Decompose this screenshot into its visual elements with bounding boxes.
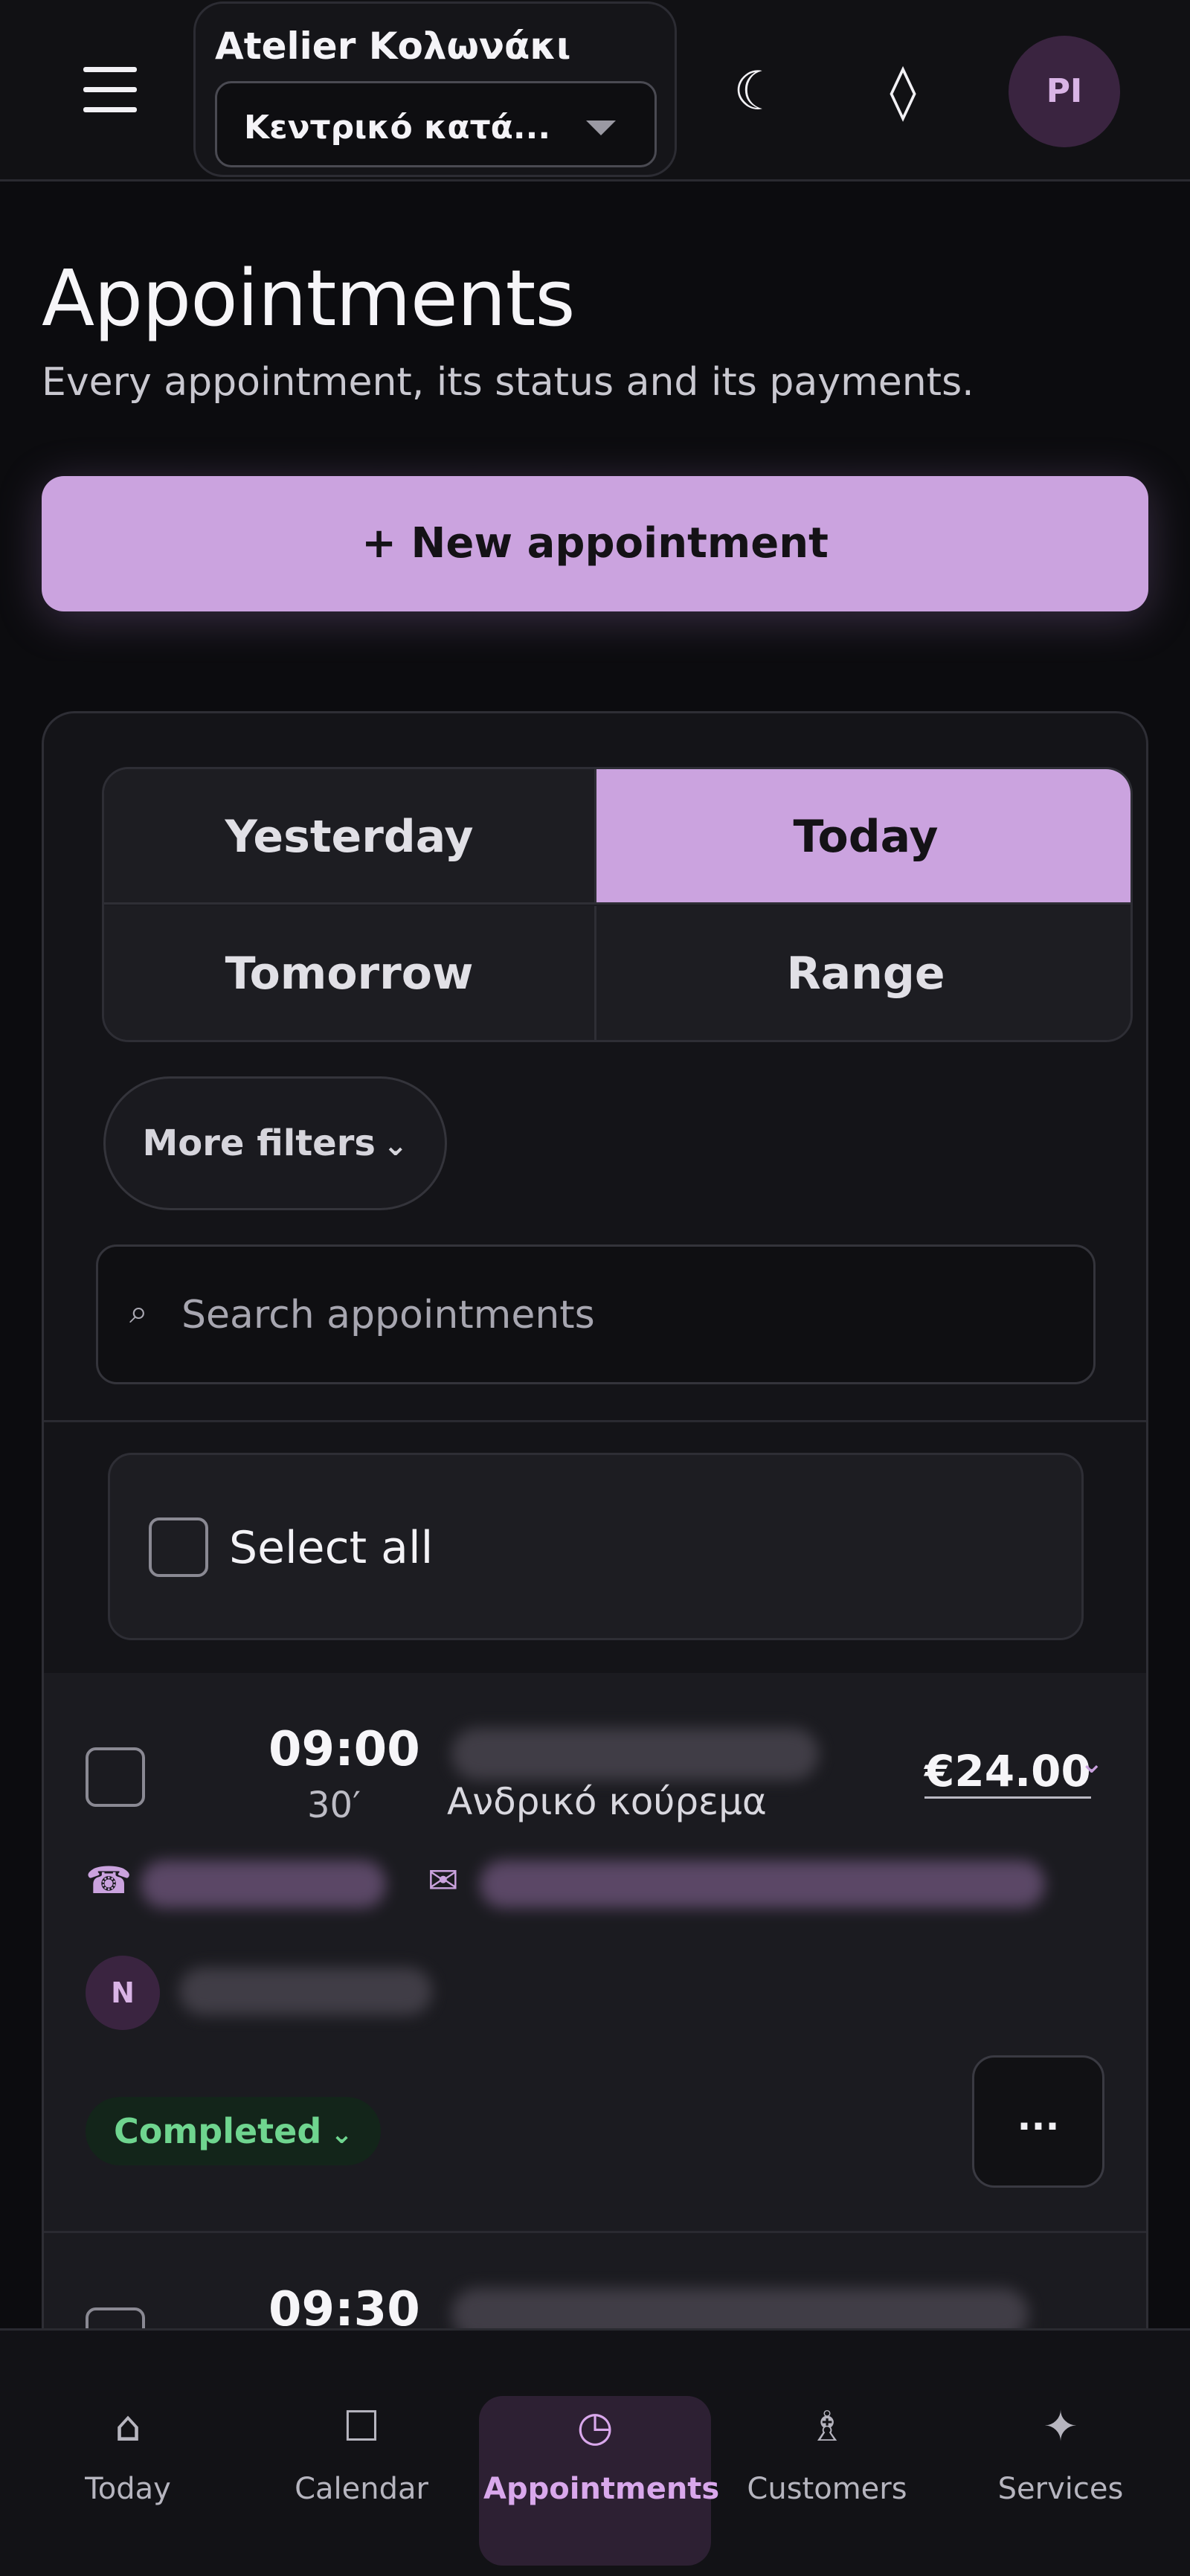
page-title: Appointments [42,253,576,344]
customer-name-redacted [451,1728,819,1780]
avatar[interactable]: PI [1009,36,1120,147]
top-bar: Atelier Κολωνάκι Κεντρικό κατά... ☾ ◊ PI [0,0,1190,182]
phone-icon: ☎ [86,1859,132,1902]
page-subtitle: Every appointment, its status and its pa… [42,360,974,405]
more-filters-label: More filters [142,1122,376,1164]
segment-tomorrow[interactable]: Tomorrow [104,906,596,1040]
customer-phone-redacted [141,1860,386,1908]
staff-avatar: N [86,1956,160,2030]
salon-switcher: Atelier Κολωνάκι Κεντρικό κατά... [193,1,677,177]
nav-item-customers[interactable]: ♗ Customers [715,2397,939,2506]
calendar-icon: ☐ [342,2403,381,2451]
chevron-down-icon: ⌄ [382,1128,408,1163]
appointment-time: 09:00 [268,1722,420,1777]
nav-item-label: Customers [747,2472,907,2506]
nav-item-label: Calendar [295,2472,428,2506]
appointment-checkbox[interactable] [86,1747,145,1807]
branch-select[interactable]: Κεντρικό κατά... [215,81,657,167]
staff-name-redacted [179,1968,432,2015]
sparkle-icon: ✦ [1043,2403,1078,2451]
clock-icon: ◷ [576,2403,614,2451]
nav-item-label: Appointments [483,2472,720,2506]
bottom-nav: ⌂ Today ☐ Calendar ◷ Appointments ♗ Cust… [0,2328,1190,2576]
person-icon: ♗ [808,2403,846,2451]
search-box: ⌕ [96,1244,1096,1384]
app-root: Atelier Κολωνάκι Κεντρικό κατά... ☾ ◊ PI… [0,0,1190,2576]
mail-icon: ✉ [428,1859,459,1902]
status-badge[interactable]: Completed ⌄ [86,2097,382,2165]
customer-email-redacted [480,1860,1045,1908]
search-input[interactable] [181,1275,1059,1355]
more-filters-button[interactable]: More filters ⌄ [103,1076,447,1210]
salon-name: Atelier Κολωνάκι [215,25,571,68]
nav-item-services[interactable]: ✦ Services [949,2397,1172,2506]
more-actions-button[interactable]: ... [972,2055,1104,2188]
divider [44,1420,1146,1422]
date-segmented-control: Yesterday Today Tomorrow Range [102,767,1133,1042]
nav-item-label: Services [997,2472,1124,2506]
nav-item-today[interactable]: ⌂ Today [16,2397,239,2506]
nav-item-appointments[interactable]: ◷ Appointments [483,2397,720,2506]
appointment-price[interactable]: €24.00 [924,1746,1091,1799]
status-label: Completed [114,2111,322,2151]
search-icon: ⌕ [129,1293,148,1331]
chevron-down-icon[interactable]: ⌄ [1079,1746,1104,1780]
branch-select-value: Κεντρικό κατά... [244,109,551,147]
menu-icon[interactable] [83,67,137,115]
caret-down-icon [586,121,616,135]
new-appointment-button[interactable]: + New appointment [42,476,1148,611]
segment-today[interactable]: Today [596,769,1130,905]
nav-item-label: Today [85,2472,171,2506]
select-all-checkbox[interactable] [149,1517,208,1577]
chevron-down-icon: ⌄ [330,2119,353,2150]
appointment-duration: 30′ [307,1785,361,1826]
nav-item-calendar[interactable]: ☐ Calendar [250,2397,473,2506]
segment-yesterday[interactable]: Yesterday [104,769,596,905]
segment-range[interactable]: Range [596,906,1130,1040]
select-all-row[interactable]: Select all [108,1453,1084,1640]
appointment-service: Ανδρικό κούρεμα [447,1780,767,1823]
diamond-icon[interactable]: ◊ [866,54,940,128]
appointments-card: Yesterday Today Tomorrow Range More filt… [42,711,1148,2576]
select-all-label: Select all [229,1522,434,1574]
appointment-row[interactable]: 09:00 30′ Ανδρικό κούρεμα €24.00 ⌄ ☎ ✉ N… [44,1673,1146,2231]
moon-icon[interactable]: ☾ [720,54,794,128]
home-icon: ⌂ [115,2403,141,2451]
